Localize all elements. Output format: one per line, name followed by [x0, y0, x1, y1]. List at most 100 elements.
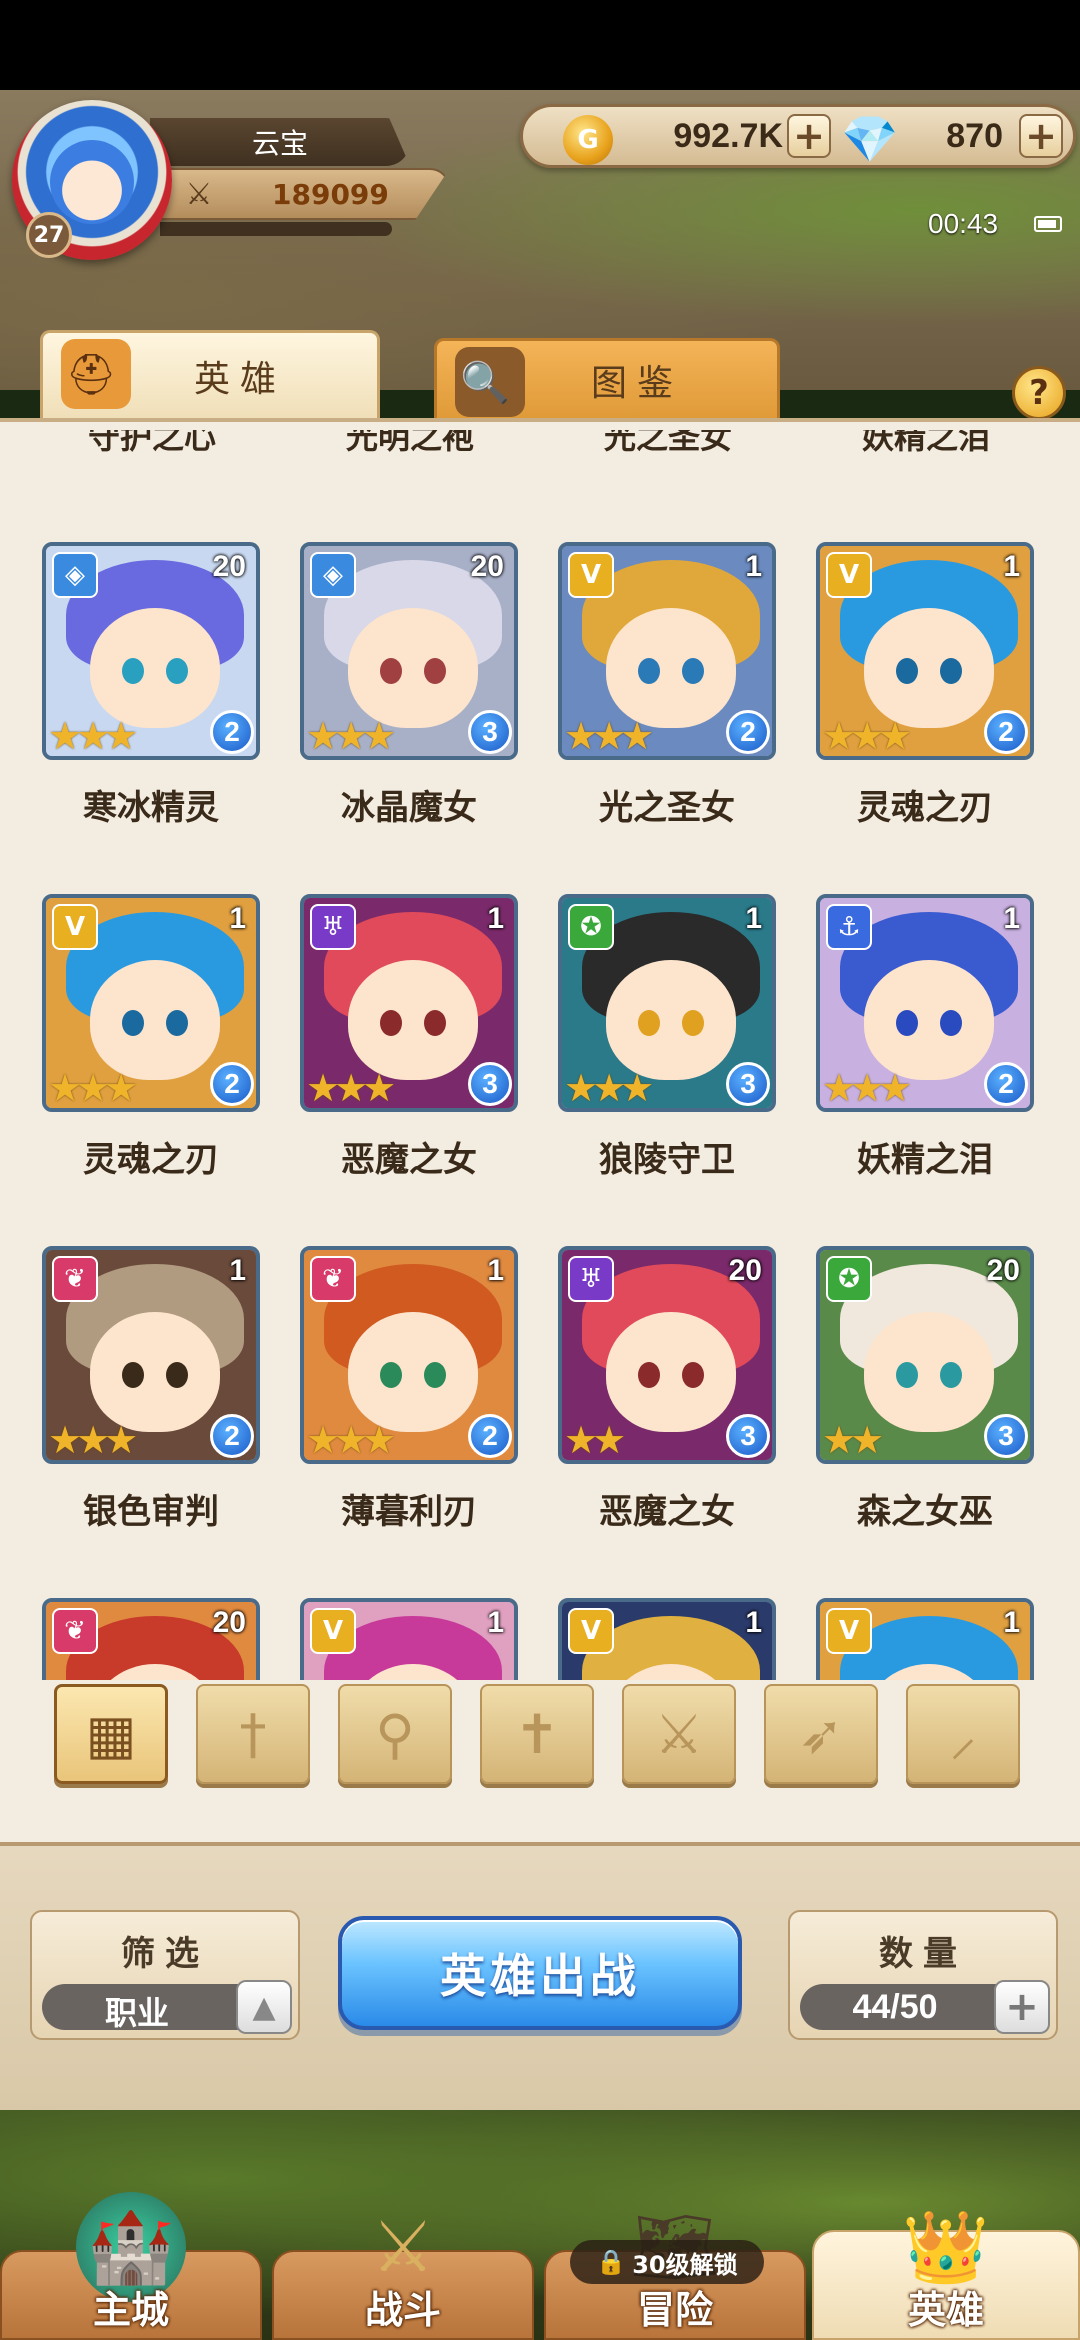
hero-stars: ★★: [564, 1418, 626, 1462]
player-avatar[interactable]: 27: [12, 100, 172, 260]
class-filter-sword-icon[interactable]: †: [196, 1684, 310, 1784]
hero-face: [348, 1312, 478, 1432]
hero-card[interactable]: ❦ 20: [42, 1598, 260, 1680]
hero-card[interactable]: V 1 ★★★ 2 灵魂之刃: [42, 894, 260, 1180]
hero-eye: [638, 1362, 660, 1388]
class-filter-dagger-icon[interactable]: ⸝: [906, 1684, 1020, 1784]
hero-rank-badge: 2: [984, 1062, 1028, 1106]
hero-level: 1: [745, 1606, 762, 1639]
hero-card[interactable]: V 1: [816, 1598, 1034, 1680]
hero-eye: [424, 1010, 446, 1036]
hero-class-icon: ✪: [568, 904, 614, 950]
hero-level: 20: [212, 1606, 246, 1639]
count-display: 44/50 +: [800, 1980, 1050, 2034]
hero-name: 光之圣女: [603, 430, 732, 456]
hero-card[interactable]: ⚓ 1 ★★★ 2 妖精之泪: [816, 894, 1034, 1180]
hero-level: 1: [229, 1254, 246, 1287]
hero-card[interactable]: ✪ 1 ★★★ 3 狼陵守卫: [558, 894, 776, 1180]
hero-rank-badge: 2: [726, 710, 770, 754]
hero-level: 20: [212, 550, 246, 583]
hero-rank-badge: 2: [468, 1414, 512, 1458]
hero-count-value: 44/50: [852, 1988, 938, 2026]
unlock-requirement-text: 30级解锁: [632, 2250, 738, 2279]
add-gems-button[interactable]: +: [1019, 114, 1063, 158]
filter-box: 筛选 职业 ▲: [30, 1910, 300, 2040]
hero-level: 20: [728, 1254, 762, 1287]
hero-stars: ★★: [822, 1418, 884, 1462]
count-title: 数量: [879, 1934, 967, 1974]
hero-rank-badge: 3: [726, 1414, 770, 1458]
hero-class-icon: V: [568, 552, 614, 598]
hero-eye: [166, 1362, 188, 1388]
crossed-swords-icon: ⚔: [185, 177, 213, 212]
hero-card[interactable]: ✪ 20 ★★ 3 森之女巫: [816, 1246, 1034, 1532]
hero-class-icon: ◈: [52, 552, 98, 598]
hero-card[interactable]: ❦ 1 ★★★ 2 银色审判: [42, 1246, 260, 1532]
hero-class-icon: V: [310, 1608, 356, 1654]
diamond-icon: 💎: [841, 112, 899, 166]
nav-battle[interactable]: ⚔ 战斗: [272, 2206, 534, 2340]
hero-eye: [940, 1010, 962, 1036]
hero-class-icon: ♅: [568, 1256, 614, 1302]
hero-card[interactable]: V 1: [300, 1598, 518, 1680]
deploy-heroes-button[interactable]: 英雄出战: [338, 1916, 742, 2030]
hero-face: [864, 960, 994, 1080]
hero-name: 妖精之泪: [861, 430, 990, 456]
hero-eye: [122, 1362, 144, 1388]
class-filter-all-icon[interactable]: ▦: [54, 1684, 168, 1784]
hero-portrait: ◈ 20 ★★★ 2: [42, 542, 260, 760]
hero-class-icon: V: [52, 904, 98, 950]
hero-card[interactable]: ◈ 20 ★★★ 3 冰晶魔女: [300, 542, 518, 828]
hero-level: 1: [745, 550, 762, 583]
hero-portrait: ✪ 1 ★★★ 3: [558, 894, 776, 1112]
hero-card[interactable]: ◈ 20 ★★★ 2 寒冰精灵: [42, 542, 260, 828]
hero-class-icon: ❦: [52, 1608, 98, 1654]
hero-face: [864, 1312, 994, 1432]
tab-codex[interactable]: 🔍 图鉴: [434, 338, 780, 418]
hero-class-icon: V: [568, 1608, 614, 1654]
hero-card[interactable]: V 1 ★★★ 2 灵魂之刃: [816, 542, 1034, 828]
expand-capacity-button[interactable]: +: [994, 1980, 1050, 2034]
class-filter-cross-icon[interactable]: ✝: [480, 1684, 594, 1784]
hero-grid[interactable]: 守护之心 光明之袍 光之圣女 妖精之泪 ◈ 20 ★★★ 2 寒冰精灵 ◈ 20…: [0, 430, 1080, 1680]
hero-stars: ★★★: [48, 1066, 138, 1110]
hero-face: [348, 608, 478, 728]
tab-heroes[interactable]: ⛑ 英雄: [40, 330, 380, 418]
hero-face: [606, 960, 736, 1080]
hero-face: [90, 608, 220, 728]
class-filter-staff-icon[interactable]: ⚲: [338, 1684, 452, 1784]
power-value: 189099: [272, 178, 389, 211]
hero-card[interactable]: ❦ 1 ★★★ 2 薄暮利刃: [300, 1246, 518, 1532]
chevron-up-icon[interactable]: ▲: [236, 1980, 292, 2034]
hero-name: 灵魂之刃: [83, 1140, 219, 1180]
hero-stars: ★★★: [48, 1418, 138, 1462]
hero-eye: [638, 658, 660, 684]
hero-rank-badge: 3: [726, 1062, 770, 1106]
hero-level: 1: [487, 1254, 504, 1287]
class-filter-axe-icon[interactable]: ⚔: [622, 1684, 736, 1784]
filter-select[interactable]: 职业 ▲: [42, 1980, 292, 2034]
hero-portrait: V 1: [816, 1598, 1034, 1680]
filter-title: 筛选: [121, 1934, 209, 1974]
hero-class-icon: V: [826, 1608, 872, 1654]
nav-heroes[interactable]: 👑 英雄: [812, 2206, 1080, 2340]
hero-rank-badge: 3: [984, 1414, 1028, 1458]
nav-main-city[interactable]: 🏰 主城: [0, 2192, 262, 2340]
hero-eye: [424, 658, 446, 684]
hero-card[interactable]: V 1 ★★★ 2 光之圣女: [558, 542, 776, 828]
add-gold-button[interactable]: +: [787, 114, 831, 158]
hero-stars: ★★★: [306, 1418, 396, 1462]
hero-card[interactable]: ♅ 1 ★★★ 3 恶魔之女: [300, 894, 518, 1180]
hero-name: 薄暮利刃: [341, 1492, 477, 1532]
hero-name: 灵魂之刃: [857, 788, 993, 828]
hero-card[interactable]: ♅ 20 ★★ 3 恶魔之女: [558, 1246, 776, 1532]
hero-eye: [682, 1010, 704, 1036]
hero-level: 1: [1003, 1606, 1020, 1639]
class-filter-bow-icon[interactable]: ➶: [764, 1684, 878, 1784]
hero-card[interactable]: V 1: [558, 1598, 776, 1680]
class-filter-bar: ▦ † ⚲ ✝ ⚔ ➶ ⸝: [0, 1684, 1080, 1804]
battery-icon: [1034, 216, 1062, 232]
hero-eye: [122, 1010, 144, 1036]
help-button[interactable]: ?: [1012, 366, 1066, 420]
hero-rank-badge: 2: [210, 710, 254, 754]
